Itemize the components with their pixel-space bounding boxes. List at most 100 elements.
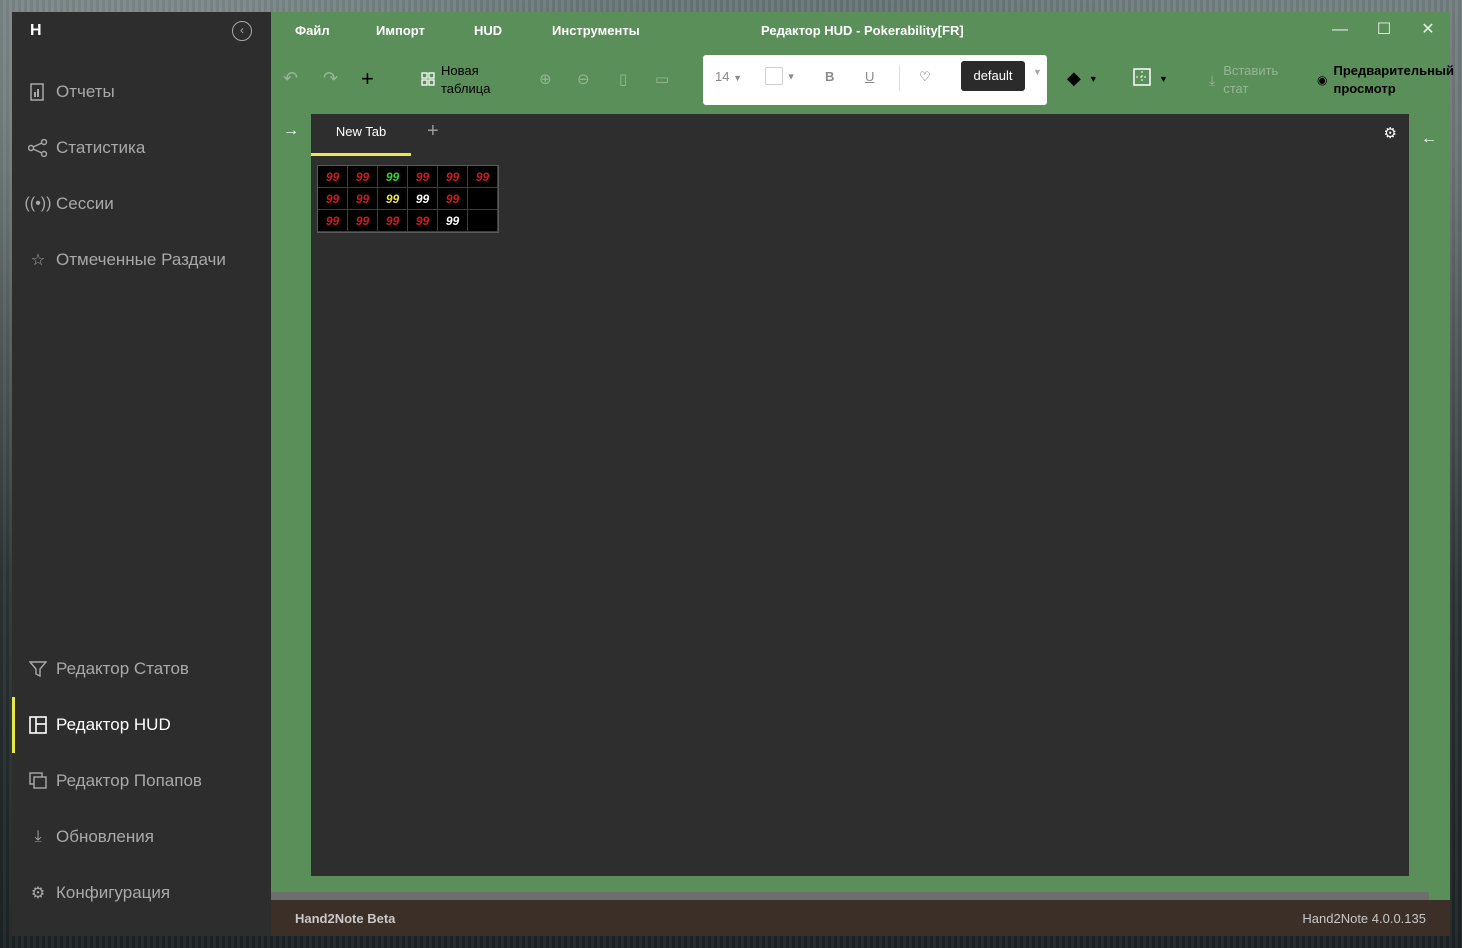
hud-stat-cell[interactable]: 99 — [348, 188, 378, 210]
menu-hud[interactable]: HUD — [474, 23, 502, 38]
hud-stat-cell[interactable]: 99 — [378, 188, 408, 210]
hud-stat-cell[interactable]: 99 — [348, 166, 378, 188]
horizontal-scrollbar[interactable] — [271, 892, 1429, 900]
add-icon[interactable]: + — [361, 66, 374, 92]
app-window: H ‹ Отчеты Статистика ((•)) Сессии ☆ Отм… — [12, 12, 1454, 936]
chevron-down-icon: ▼ — [1159, 73, 1168, 84]
add-row-icon[interactable]: ⊕ — [539, 70, 552, 88]
download-icon: ⤓ — [1209, 71, 1216, 88]
hud-stat-cell[interactable]: 99 — [408, 210, 438, 232]
hud-stat-cell[interactable] — [468, 188, 498, 210]
menubar: Файл Импорт HUD Инструменты Редактор HUD… — [271, 12, 1450, 48]
preview-label-2: просмотр — [1333, 81, 1396, 96]
sidebar-item-statistics[interactable]: Статистика — [12, 120, 271, 176]
close-icon[interactable]: ✕ — [1414, 18, 1442, 42]
sidebar-item-label: Редактор Статов — [56, 659, 189, 678]
sidebar-item-sessions[interactable]: ((•)) Сессии — [12, 176, 271, 232]
gear-icon: ⚙ — [30, 885, 46, 902]
hud-stat-cell[interactable]: 99 — [318, 210, 348, 232]
add-column-icon[interactable]: ⊖ — [577, 70, 590, 88]
border-select[interactable]: ▼ — [1133, 68, 1168, 89]
status-app-name: Hand2Note Beta — [295, 911, 396, 926]
sidebar-item-hud-editor[interactable]: Редактор HUD — [12, 697, 271, 753]
sidebar-item-label: Отчеты — [56, 82, 115, 101]
tab-new-tab[interactable]: New Tab — [311, 114, 411, 156]
new-table-button[interactable]: Новая таблица — [421, 62, 490, 98]
menu-file[interactable]: Файл — [295, 23, 330, 38]
status-version: Hand2Note 4.0.0.135 — [1302, 911, 1426, 926]
hud-stat-cell[interactable]: 99 — [438, 166, 468, 188]
menu-import[interactable]: Импорт — [376, 23, 425, 38]
status-bar: Hand2Note Beta Hand2Note 4.0.0.135 — [271, 900, 1450, 936]
sidebar-item-label: Редактор Попапов — [56, 771, 202, 790]
hud-stat-cell[interactable]: 99 — [408, 166, 438, 188]
logo: H — [30, 22, 42, 39]
collapse-sidebar-icon[interactable]: ‹ — [232, 21, 252, 41]
sidebar-item-stat-editor[interactable]: Редактор Статов — [12, 641, 271, 697]
gear-icon[interactable]: ⚙ — [1384, 124, 1397, 142]
divider — [899, 65, 900, 91]
report-icon — [28, 82, 48, 102]
menu-tools[interactable]: Инструменты — [552, 23, 640, 38]
grid-icon — [421, 71, 435, 89]
filter-icon — [28, 659, 48, 679]
sidebar-item-label: Обновления — [56, 827, 154, 846]
text-color-select[interactable]: ▼ — [765, 67, 796, 85]
sidebar-item-popup-editor[interactable]: Редактор Попапов — [12, 753, 271, 809]
add-tab-icon[interactable]: + — [427, 120, 439, 143]
color-swatch — [765, 67, 783, 85]
hud-stat-cell[interactable]: 99 — [318, 166, 348, 188]
hud-table[interactable]: 99 99 99 99 99 99 99 99 99 99 99 99 99 99 99 99 — [317, 165, 499, 233]
broadcast-icon: ((•)) — [24, 195, 52, 212]
sidebar-item-label: Конфигурация — [56, 883, 171, 902]
redo-icon[interactable]: ↷ — [323, 68, 338, 89]
sidebar-item-label: Редактор HUD — [56, 715, 171, 734]
minimize-icon[interactable]: — — [1326, 18, 1354, 42]
split-icon[interactable]: ▯ — [619, 70, 627, 88]
hud-stat-cell[interactable]: 99 — [348, 210, 378, 232]
preview-label-1: Предварительный — [1333, 63, 1455, 78]
hud-stat-cell[interactable]: 99 — [438, 210, 468, 232]
hud-stat-cell[interactable]: 99 — [468, 166, 498, 188]
hud-stat-cell[interactable]: 99 — [378, 166, 408, 188]
sidebar-item-label: Сессии — [56, 194, 114, 213]
preview-button[interactable]: ◉ Предварительный просмотр — [1317, 62, 1454, 98]
chevron-down-icon[interactable]: ▼ — [1033, 67, 1042, 77]
sidebar-item-label: Отмеченные Раздачи — [56, 250, 226, 269]
sidebar-item-configuration[interactable]: ⚙ Конфигурация — [12, 865, 271, 921]
chevron-down-icon: ▼ — [786, 71, 796, 82]
underline-button[interactable]: U — [865, 69, 874, 84]
sidebar-item-updates[interactable]: ⤓ Обновления — [12, 809, 271, 865]
sidebar-item-reports[interactable]: Отчеты — [12, 64, 271, 120]
sidebar-item-marked-hands[interactable]: ☆ Отмеченные Раздачи — [12, 232, 271, 288]
heart-icon[interactable]: ♡ — [919, 69, 931, 85]
undo-icon[interactable]: ↶ — [283, 68, 298, 89]
maximize-icon[interactable]: ☐ — [1370, 18, 1398, 42]
format-panel: 14 ▼ ▼ B U ♡ default ▼ — [703, 55, 1047, 105]
layout-icon — [28, 715, 48, 735]
hud-editor-canvas[interactable]: New Tab + ⚙ 99 99 99 99 99 99 99 99 99 99 99 99 99 99… — [311, 114, 1409, 876]
hud-stat-cell[interactable]: 99 — [438, 188, 468, 210]
main-area: Файл Импорт HUD Инструменты Редактор HUD… — [271, 12, 1454, 936]
style-select[interactable]: default — [961, 61, 1025, 91]
border-icon — [1133, 68, 1151, 89]
font-size-value: 14 — [715, 69, 730, 84]
windows-icon — [28, 771, 48, 791]
hud-stat-cell[interactable] — [468, 210, 498, 232]
insert-stat-button[interactable]: ⤓ Вставить стат — [1209, 62, 1278, 98]
sidebar: H ‹ Отчеты Статистика ((•)) Сессии ☆ Отм… — [12, 12, 271, 936]
arrow-left-icon[interactable]: ← — [1421, 130, 1437, 148]
eye-icon: ◉ — [1317, 73, 1328, 87]
fill-bucket-icon[interactable]: ◆ ▼ — [1067, 68, 1098, 89]
new-table-label-1: Новая — [441, 63, 479, 78]
arrow-right-icon[interactable]: → — [283, 122, 299, 140]
insert-stat-label-1: Вставить — [1223, 63, 1279, 78]
bold-button[interactable]: B — [825, 69, 834, 84]
share-graph-icon — [28, 138, 48, 158]
font-size-select[interactable]: 14 ▼ — [715, 69, 742, 84]
new-table-label-2: таблица — [441, 81, 491, 96]
delete-table-icon[interactable]: ▭ — [655, 70, 669, 88]
hud-stat-cell[interactable]: 99 — [378, 210, 408, 232]
hud-stat-cell[interactable]: 99 — [318, 188, 348, 210]
hud-stat-cell[interactable]: 99 — [408, 188, 438, 210]
